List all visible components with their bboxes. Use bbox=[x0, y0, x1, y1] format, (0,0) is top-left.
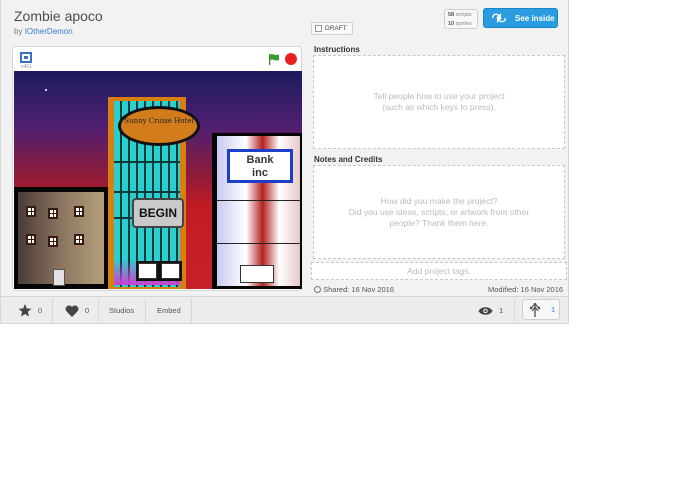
favorite-button[interactable]: 0 bbox=[65, 297, 89, 324]
draft-badge: DRAFT bbox=[311, 22, 353, 35]
player-controls: v461 bbox=[13, 47, 301, 71]
begin-button[interactable]: BEGIN bbox=[132, 198, 184, 228]
draft-checkbox-icon bbox=[315, 25, 322, 32]
scripts-count: 58 bbox=[448, 12, 455, 18]
bank-sign-line2: inc bbox=[252, 167, 268, 179]
window bbox=[48, 208, 58, 219]
instructions-placeholder-2: (such as which keys to press). bbox=[382, 102, 496, 112]
eye-icon bbox=[478, 306, 493, 315]
window bbox=[26, 206, 36, 217]
notes-placeholder-2: Did you use ideas, scripts, or artwork f… bbox=[348, 206, 530, 217]
action-bar: 0 0 Studios Embed 1 1 bbox=[1, 296, 568, 323]
notes-heading: Notes and Credits bbox=[314, 155, 383, 164]
studios-button[interactable]: Studios bbox=[109, 297, 134, 324]
bank-sign: Bank inc bbox=[227, 149, 293, 183]
project-page: Zombie apoco by IOtherDemon DRAFT 58 scr… bbox=[0, 0, 569, 324]
stage[interactable]: Sunny Cruise Hotel BEGIN Bank inc bbox=[14, 71, 302, 289]
love-count: 0 bbox=[38, 306, 43, 315]
star-icon bbox=[18, 304, 32, 317]
views-count: 1 bbox=[499, 306, 504, 315]
see-inside-button[interactable]: See inside bbox=[483, 8, 558, 28]
see-inside-label: See inside bbox=[515, 13, 555, 23]
clock-icon bbox=[314, 286, 321, 293]
window bbox=[48, 236, 58, 247]
views-counter: 1 bbox=[478, 297, 503, 324]
studios-label: Studios bbox=[109, 306, 135, 315]
title-bar: Zombie apoco by IOtherDemon DRAFT 58 scr… bbox=[1, 0, 568, 40]
green-flag-icon[interactable] bbox=[268, 53, 280, 65]
building-left bbox=[14, 187, 108, 289]
modified-date: Modified: 16 Nov 2016 bbox=[488, 285, 563, 294]
window bbox=[26, 234, 36, 245]
window bbox=[74, 234, 84, 245]
instructions-field[interactable]: Tell people how to use your project (suc… bbox=[313, 55, 565, 149]
remix-count: 1 bbox=[551, 305, 556, 314]
favorite-count: 0 bbox=[85, 306, 90, 315]
fullscreen-icon[interactable] bbox=[20, 52, 32, 63]
shared-date: Shared: 16 Nov 2016 bbox=[314, 285, 394, 294]
stop-icon[interactable] bbox=[285, 53, 297, 65]
project-title[interactable]: Zombie apoco bbox=[14, 8, 103, 24]
author-link[interactable]: IOtherDemon bbox=[25, 27, 73, 36]
bank-door bbox=[240, 265, 274, 283]
tags-field[interactable]: Add project tags. bbox=[311, 262, 567, 280]
sprites-label: sprites bbox=[455, 20, 472, 27]
player-version: v461 bbox=[21, 64, 32, 70]
embed-label: Embed bbox=[157, 306, 181, 315]
modified-label: Modified: bbox=[488, 285, 519, 294]
window bbox=[74, 206, 84, 217]
hotel-door bbox=[136, 261, 182, 281]
modified-value: 16 Nov 2016 bbox=[520, 285, 564, 294]
scripts-label: scripts bbox=[455, 12, 472, 18]
shared-label: Shared: bbox=[323, 285, 350, 294]
remix-tree-button[interactable]: 1 bbox=[522, 299, 560, 320]
instructions-placeholder-1: Tell people how to use your project bbox=[373, 91, 505, 101]
project-stats: 58 scripts 10 sprites bbox=[444, 9, 478, 29]
notes-field[interactable]: How did you make the project? Did you us… bbox=[313, 165, 565, 259]
door bbox=[53, 269, 65, 286]
instructions-heading: Instructions bbox=[314, 45, 360, 54]
notes-placeholder-1: How did you make the project? bbox=[380, 195, 498, 206]
tags-placeholder: Add project tags. bbox=[407, 265, 471, 276]
embed-button[interactable]: Embed bbox=[157, 297, 181, 324]
hotel-sign: Sunny Cruise Hotel bbox=[118, 106, 200, 146]
project-player: v461 Sunny Cruise Hotel BEGIN Bank inc bbox=[12, 46, 302, 291]
star-dot bbox=[45, 89, 47, 91]
love-button[interactable]: 0 bbox=[18, 297, 42, 324]
bank-sign-line1: Bank bbox=[246, 154, 274, 166]
draft-label: DRAFT bbox=[325, 25, 347, 32]
notes-placeholder-3: people? Thank them here. bbox=[389, 217, 489, 228]
sprites-count: 10 bbox=[448, 20, 455, 27]
remix-tree-icon bbox=[529, 302, 541, 317]
see-inside-icon bbox=[491, 13, 507, 23]
shared-value: 16 Nov 2016 bbox=[351, 285, 395, 294]
byline: by IOtherDemon bbox=[14, 27, 73, 36]
heart-icon bbox=[65, 304, 79, 317]
by-label: by bbox=[14, 27, 23, 36]
